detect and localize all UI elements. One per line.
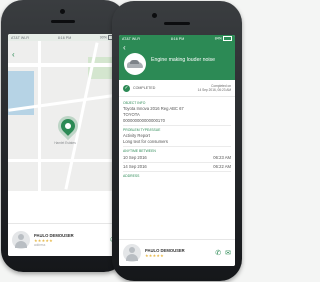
back-arrow-icon[interactable]: ‹ — [123, 44, 126, 52]
status-time: 8:16 PM — [57, 35, 72, 40]
time-row-time: 06:23 AM — [213, 155, 231, 160]
job-status: COMPLETED — [133, 86, 156, 90]
divider — [123, 125, 231, 126]
front-camera — [60, 9, 65, 14]
status-bar: AT&T Wi-Fi 8:16 PM 84% — [119, 35, 235, 42]
map-view[interactable]: ‹ Hamlet Estates — [8, 41, 120, 191]
anytime-label: ANYTIME BETWEEN — [123, 149, 156, 153]
front-camera — [152, 13, 157, 18]
object-info-section: OBJECT INFO Toyota Innova 2016 Reg ABC 6… — [119, 97, 235, 178]
job-header: ‹ Engine making louder noise — [119, 42, 235, 80]
time-row-time: 06:22 AM — [213, 164, 231, 169]
carrier: AT&T Wi-Fi — [122, 36, 141, 41]
phone-icon[interactable]: ✆ — [215, 249, 221, 257]
location-pin-icon[interactable] — [58, 116, 78, 136]
carrier: AT&T Wi-Fi — [11, 35, 30, 40]
check-icon: ✓ — [123, 84, 130, 92]
user-info: PAULO DEMOUSER ★★★★★ address — [34, 233, 110, 248]
avatar — [123, 244, 141, 262]
job-status-row: ✓ COMPLETED Completed on 14 Sep 2016, 06… — [119, 80, 235, 97]
message-icon[interactable]: ✉ — [225, 249, 231, 257]
map-screen: AT&T Wi-Fi 8:16 PM 90% ‹ Hamlet Estates … — [8, 34, 120, 256]
battery-indicator: 84% — [215, 36, 232, 41]
road — [8, 159, 120, 162]
user-subtitle: address — [34, 242, 46, 247]
completed-info: Completed on 14 Sep 2016, 06:23 AM — [198, 84, 231, 92]
user-card[interactable]: PAULO DEMOUSER ★★★★★ ✆ ✉ — [119, 239, 235, 266]
speaker — [164, 22, 190, 25]
status-time: 8:16 PM — [170, 36, 185, 41]
problem-line: Long text for consumers — [123, 139, 168, 144]
road — [8, 63, 120, 67]
map-area-label: Hamlet Estates — [54, 141, 76, 145]
back-arrow-icon[interactable]: ‹ — [12, 51, 15, 59]
battery-text: 90% — [99, 35, 107, 40]
phone-right: AT&T Wi-Fi 8:16 PM 84% ‹ Engine making l… — [112, 1, 242, 281]
problem-type-label: PROBLEM TYPE/ISSUE — [123, 128, 161, 132]
time-row: 14 Sep 2016 06:22 AM — [123, 163, 231, 172]
completed-date: 14 Sep 2016, 06:23 AM — [197, 88, 231, 92]
divider — [123, 146, 231, 147]
battery-text: 84% — [214, 36, 222, 41]
address-label: ADDRESS — [123, 174, 140, 178]
status-bar: AT&T Wi-Fi 8:16 PM 90% — [8, 34, 120, 41]
time-row: 10 Sep 2016 06:23 AM — [123, 154, 231, 163]
user-card[interactable]: PAULO DEMOUSER ★★★★★ address ✆ — [8, 223, 120, 256]
job-detail-screen: AT&T Wi-Fi 8:16 PM 84% ‹ Engine making l… — [119, 35, 235, 266]
time-row-date: 14 Sep 2016 — [123, 164, 147, 169]
user-info: PAULO DEMOUSER ★★★★★ — [145, 248, 215, 258]
car-icon — [124, 53, 146, 75]
avatar — [12, 231, 30, 249]
object-line: 000000000000000170 — [123, 118, 165, 123]
phone-left: AT&T Wi-Fi 8:16 PM 90% ‹ Hamlet Estates … — [1, 0, 126, 272]
job-title: Engine making louder noise — [151, 57, 216, 63]
speaker — [51, 20, 75, 23]
battery-icon — [222, 36, 232, 41]
time-row-date: 10 Sep 2016 — [123, 155, 147, 160]
rating-stars: ★★★★★ — [145, 253, 164, 258]
object-info-label: OBJECT INFO — [123, 101, 146, 105]
road — [38, 41, 41, 191]
